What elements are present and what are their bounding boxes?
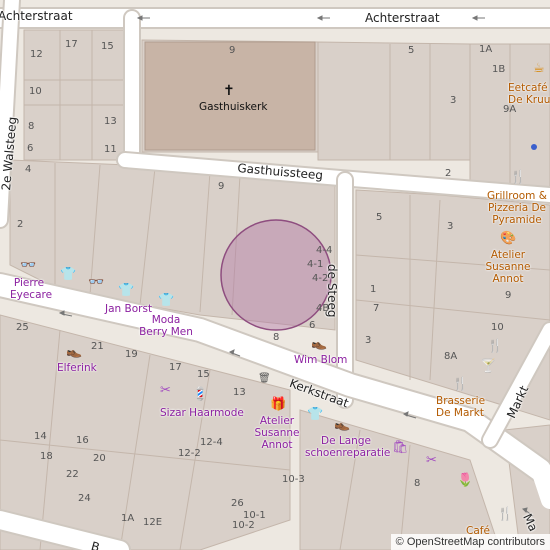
house-number: 15 (197, 369, 210, 380)
house-number: 13 (104, 116, 117, 127)
house-number: 4-1 (307, 259, 324, 270)
house-number: 3 (365, 335, 372, 346)
poi-wim-blom[interactable]: Wim Blom (294, 354, 347, 366)
house-number: 12E (143, 517, 163, 528)
house-number: 3 (447, 221, 454, 232)
poi-elferink[interactable]: Elferink (57, 362, 97, 374)
clothes-icon[interactable]: 👕 (307, 408, 323, 421)
shop-icon[interactable]: 🛍 (392, 441, 409, 454)
house-number: 4-4 (316, 245, 333, 256)
house-number: 20 (93, 453, 106, 464)
house-number: 10-3 (282, 474, 305, 485)
house-number: 10 (491, 322, 504, 333)
house-number: 10 (29, 86, 42, 97)
house-number: 13 (233, 387, 246, 398)
house-number: 1B (492, 64, 506, 75)
house-number: 26 (231, 498, 244, 509)
hairdresser-icon[interactable]: ✂ (426, 454, 437, 467)
shoe-icon[interactable]: 👞 (334, 418, 350, 431)
house-number: 4B (316, 303, 330, 314)
house-number: 2 (445, 168, 452, 179)
house-number: 11 (104, 144, 117, 155)
house-number: 17 (169, 362, 182, 373)
street-label-achterstraat-left: Achterstraat (0, 9, 73, 23)
house-number: 9 (229, 45, 236, 56)
restaurant-icon[interactable]: 🍴 (497, 508, 513, 521)
hairdresser-icon[interactable]: 💈 (192, 388, 208, 401)
house-number: 21 (91, 341, 104, 352)
attribution-text[interactable]: © OpenStreetMap contributors (396, 536, 545, 548)
house-number: 1 (370, 284, 377, 295)
house-number: 22 (66, 469, 79, 480)
cafe-icon[interactable]: ☕ (533, 62, 545, 75)
poi-de-lange-schoenreparatie[interactable]: De Lange schoenreparatie (305, 435, 390, 459)
shoe-icon[interactable]: 👞 (66, 345, 82, 358)
house-number: 6 (309, 320, 316, 331)
house-number: 10-2 (232, 520, 255, 531)
house-number: 5 (408, 45, 415, 56)
house-number: 6 (27, 143, 34, 154)
house-number: 1A (121, 513, 135, 524)
art-palette-icon[interactable]: 🎨 (500, 232, 516, 245)
house-number: 12-4 (200, 437, 223, 448)
house-number: 25 (16, 322, 29, 333)
gift-icon[interactable]: 🎁 (270, 398, 286, 411)
clothes-icon[interactable]: 👕 (60, 268, 76, 281)
church-cross-icon[interactable]: ✝ (223, 84, 235, 98)
house-number: 19 (125, 349, 138, 360)
map-base-layer (0, 0, 550, 550)
bar-icon[interactable]: 🍸 (480, 360, 496, 373)
shoe-icon[interactable]: 👞 (311, 337, 327, 350)
street-label-achterstraat-right: Achterstraat (365, 11, 440, 25)
clothes-icon[interactable]: 👕 (158, 294, 174, 307)
house-number: 4 (25, 164, 32, 175)
house-number: 5 (376, 212, 383, 223)
clothes-icon[interactable]: 👕 (118, 284, 134, 297)
restaurant-icon[interactable]: 🍴 (487, 340, 503, 353)
poi-grillroom-pizzeria[interactable]: Grillroom & Pizzeria De Pyramide (484, 190, 550, 226)
house-number: 2 (17, 219, 24, 230)
house-number: 8 (28, 121, 35, 132)
hairdresser-icon[interactable]: ✂ (160, 384, 171, 397)
house-number: 7 (373, 303, 380, 314)
house-number: 9 (505, 290, 512, 301)
poi-eetcafe[interactable]: Eetcafé De Kruu (508, 82, 550, 106)
glasses-icon[interactable]: 👓 (20, 259, 36, 272)
house-number: 12-2 (178, 448, 201, 459)
poi-moda-berry-men[interactable]: Moda Berry Men (138, 314, 194, 338)
house-number: 3 (450, 95, 457, 106)
landmark-gasthuiskerk[interactable]: Gasthuiskerk (199, 102, 267, 113)
poi-atelier-susanne-annot-art[interactable]: Atelier Susanne Annot (484, 249, 532, 285)
poi-sizar-haarmode[interactable]: Sizar Haarmode (160, 407, 244, 419)
map-canvas[interactable]: Achterstraat Achterstraat Gasthuissteeg … (0, 0, 550, 550)
house-number: 12 (30, 49, 43, 60)
house-number: 18 (40, 451, 53, 462)
house-number: 1A (479, 44, 493, 55)
house-number: 17 (65, 39, 78, 50)
house-number: 24 (78, 493, 91, 504)
house-number: 14 (34, 431, 47, 442)
house-number: 15 (101, 41, 114, 52)
house-number: 9A (503, 104, 517, 115)
house-number: 8A (444, 351, 458, 362)
house-number: 9 (218, 181, 225, 192)
blue-marker-dot (531, 144, 537, 150)
restaurant-icon[interactable]: 🍴 (452, 378, 468, 391)
map-attribution[interactable]: © OpenStreetMap contributors (390, 534, 550, 550)
glasses-icon[interactable]: 👓 (88, 276, 104, 289)
poi-atelier-susanne-annot-shop[interactable]: Atelier Susanne Annot (254, 415, 300, 451)
house-number: 4-2 (312, 273, 329, 284)
restaurant-icon[interactable]: 🍴 (510, 171, 526, 184)
house-number: 16 (76, 435, 89, 446)
house-number: 8 (414, 478, 421, 489)
poi-pierre-eyecare[interactable]: Pierre Eyecare (10, 277, 52, 301)
waste-basket-icon[interactable]: 🗑 (258, 374, 271, 384)
house-number: 8 (273, 332, 280, 343)
flower-icon[interactable]: 🌷 (457, 474, 473, 487)
poi-brasserie-de-markt[interactable]: Brasserie De Markt (436, 395, 485, 419)
